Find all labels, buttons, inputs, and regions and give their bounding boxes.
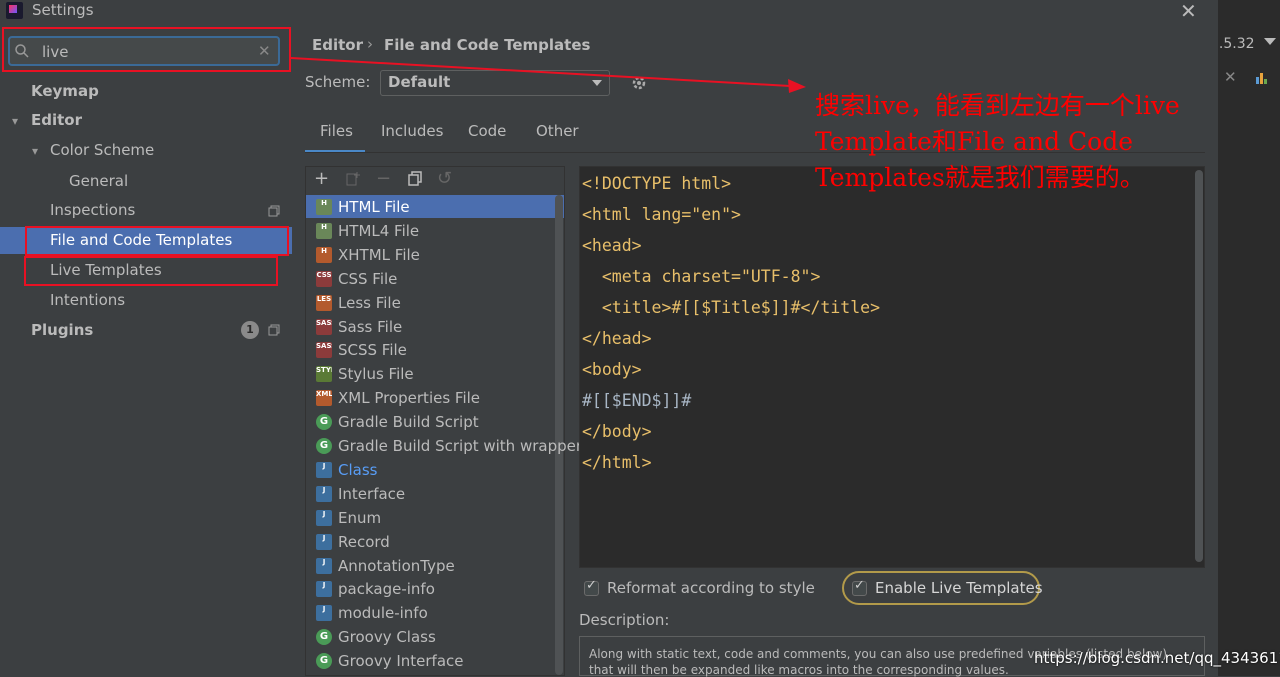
remove-icon[interactable]: − [376, 169, 391, 189]
title-bar [0, 0, 1218, 22]
reformat-label[interactable]: Reformat according to style [607, 579, 815, 597]
annotation-box-live-templates [24, 256, 278, 286]
version-dropdown-icon [1264, 38, 1276, 45]
template-list-item[interactable]: Interface [338, 482, 405, 506]
template-list-item[interactable]: Gradle Build Script with wrapper [338, 434, 582, 458]
page-title: File and Code Templates [384, 36, 591, 54]
java-class-icon: J [316, 461, 332, 478]
code-editor-scrollbar[interactable] [1195, 170, 1203, 562]
template-code-editor[interactable] [579, 166, 1205, 568]
java-enum-icon: J [316, 509, 332, 526]
groovy-icon: G [316, 653, 332, 670]
sidebar-item-editor[interactable]: Editor [31, 107, 82, 133]
template-list-item[interactable]: CSS File [338, 267, 397, 291]
chevron-down-icon[interactable]: ▾ [12, 114, 18, 128]
stylus-file-icon: STYL [316, 366, 332, 383]
html-file-icon: H [316, 199, 332, 215]
code-line: #[[$END$]]# [582, 391, 692, 410]
java-annotation-icon: J [316, 557, 332, 574]
gear-icon[interactable] [630, 74, 648, 92]
watermark-url: https://blog.csdn.net/qq_43436117 [1034, 649, 1280, 667]
java-record-icon: J [316, 533, 332, 550]
scheme-selected-value: Default [388, 73, 451, 91]
template-list-item[interactable]: module-info [338, 601, 428, 625]
project-settings-icon [268, 205, 280, 217]
reset-icon[interactable]: ↺ [437, 169, 452, 189]
add-child-icon[interactable] [345, 171, 361, 187]
sidebar-item-general[interactable]: General [69, 168, 128, 194]
template-list-item[interactable]: Groovy Interface [338, 649, 464, 673]
project-settings-icon [268, 324, 280, 336]
sidebar-item-plugins[interactable]: Plugins [31, 317, 93, 343]
sass-file-icon: SASS [316, 318, 332, 335]
css-file-icon: CSS [316, 270, 332, 287]
description-text: that will then be expanded like macros i… [589, 663, 1009, 677]
scheme-label: Scheme: [305, 73, 371, 91]
plugins-update-badge: 1 [241, 321, 259, 339]
template-list-item[interactable]: package-info [338, 577, 435, 601]
sidebar-item-color-scheme[interactable]: Color Scheme [50, 137, 154, 163]
annotation-box-file-templates [25, 226, 289, 256]
tab-files[interactable]: Files [320, 122, 353, 140]
window-title: Settings [32, 1, 94, 19]
enable-live-templates-label[interactable]: Enable Live Templates [875, 579, 1043, 597]
template-list-item[interactable]: XML Properties File [338, 386, 480, 410]
code-line: </head> [582, 329, 652, 348]
template-list-item[interactable]: Class [338, 458, 377, 482]
scss-file-icon: SASS [316, 342, 332, 359]
java-file-icon: J [316, 605, 332, 622]
chart-icon [1256, 73, 1267, 84]
intellij-logo-icon [6, 2, 23, 19]
annotation-box-search [2, 27, 291, 72]
code-line: </body> [582, 422, 652, 441]
xml-file-icon: XML [316, 390, 332, 407]
template-list-item[interactable]: Less File [338, 291, 401, 315]
code-line: <!DOCTYPE html> [582, 174, 732, 193]
template-list-item[interactable]: Stylus File [338, 362, 414, 386]
html-file-icon: H [316, 222, 332, 239]
code-line: <meta charset="UTF-8"> [582, 267, 821, 286]
template-list-item[interactable]: Groovy Class [338, 625, 436, 649]
close-icon[interactable]: ✕ [1180, 0, 1197, 23]
sidebar-item-keymap[interactable]: Keymap [31, 78, 99, 104]
template-list-item[interactable]: Sass File [338, 315, 402, 339]
breadcrumb-parent[interactable]: Editor [312, 36, 363, 54]
tab-includes[interactable]: Includes [381, 122, 443, 140]
code-line: <body> [582, 360, 642, 379]
description-label: Description: [579, 611, 670, 629]
sidebar-item-inspections[interactable]: Inspections [50, 197, 135, 223]
background-close-icon: ✕ [1224, 68, 1237, 86]
less-file-icon: LES [316, 294, 332, 311]
code-line: </html> [582, 453, 652, 472]
gradle-icon: G [316, 438, 332, 454]
template-list-item[interactable]: HTML4 File [338, 219, 419, 243]
java-file-icon: J [316, 581, 332, 598]
template-list-item[interactable]: Record [338, 530, 390, 554]
tab-code[interactable]: Code [468, 122, 506, 140]
gradle-icon: G [316, 414, 332, 431]
reformat-checkbox[interactable] [584, 578, 599, 596]
annotation-text: 搜索live，能看到左边有一个live Template和File and Co… [815, 91, 1180, 192]
xhtml-file-icon: H [316, 246, 332, 263]
sidebar-item-intentions[interactable]: Intentions [50, 287, 125, 313]
template-list-item[interactable]: Enum [338, 506, 381, 530]
breadcrumb-separator: › [367, 35, 373, 53]
template-list-item[interactable]: Gradle Build Script [338, 410, 479, 434]
enable-live-templates-checkbox[interactable] [852, 578, 867, 596]
template-list-item[interactable]: XHTML File [338, 243, 420, 267]
copy-icon[interactable] [407, 171, 423, 187]
chevron-down-icon [592, 80, 602, 86]
code-line: <title>#[[$Title$]]#</title> [582, 298, 881, 317]
code-line: <html lang="en"> [582, 205, 741, 224]
template-list-item[interactable]: AnnotationType [338, 554, 455, 578]
template-list-item[interactable]: SCSS File [338, 338, 407, 362]
add-icon[interactable]: + [314, 169, 329, 189]
code-line: <head> [582, 236, 642, 255]
template-list-item[interactable]: HTML File [338, 195, 410, 219]
tab-other[interactable]: Other [536, 122, 579, 140]
java-interface-icon: J [316, 485, 332, 502]
chevron-down-icon[interactable]: ▾ [32, 144, 38, 158]
